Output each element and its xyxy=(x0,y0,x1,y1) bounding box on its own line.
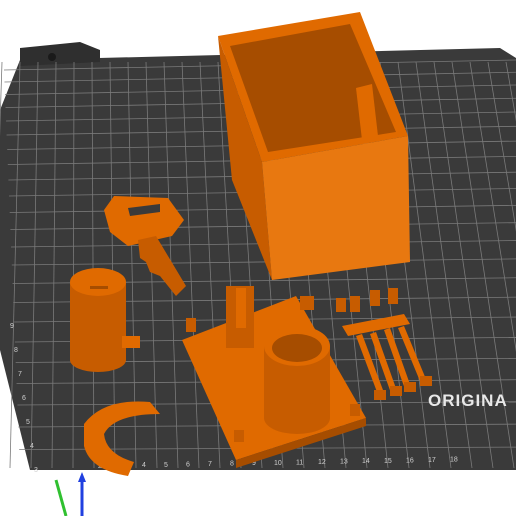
z-axis-arrowhead xyxy=(78,472,86,482)
ruler-tick-label: 8 xyxy=(230,461,234,468)
ruler-tick-label: 12 xyxy=(318,459,326,466)
ruler-tick-label: 15 xyxy=(384,458,392,465)
ruler-tick-label: 3 xyxy=(34,467,38,474)
ruler-tick-label: 6 xyxy=(22,395,26,402)
bed-brand-label: ORIGINA xyxy=(428,391,508,410)
3d-viewport[interactable]: 23456789101112131415161718 9876543 ORIGI… xyxy=(0,0,516,516)
ruler-tick-label: 13 xyxy=(340,459,348,466)
ruler-tick-label: 9 xyxy=(10,323,14,330)
ruler-tick-label: 17 xyxy=(428,457,436,464)
ruler-tick-label: 8 xyxy=(14,347,18,354)
ruler-tick-label: 10 xyxy=(274,460,282,467)
ruler-tick-label: 11 xyxy=(296,459,303,466)
ruler-tick-label: 5 xyxy=(164,462,168,469)
ruler-tick-label: 7 xyxy=(208,461,212,468)
ruler-tick-label: 4 xyxy=(142,462,146,469)
ruler-tick-label: 4 xyxy=(30,443,34,450)
ruler-tick-label: 14 xyxy=(362,458,370,465)
ruler-tick-label: 6 xyxy=(186,461,190,468)
ruler-tick-label: 16 xyxy=(406,457,414,464)
ruler-tick-label: 18 xyxy=(450,457,458,464)
bed-clamp xyxy=(20,42,100,66)
ruler-tick-label: 7 xyxy=(18,371,22,378)
x-axis-indicator xyxy=(54,479,68,516)
bed-screw-hole xyxy=(48,53,56,61)
ruler-tick-label: 5 xyxy=(26,419,30,426)
print-bed-scene[interactable]: 23456789101112131415161718 9876543 ORIGI… xyxy=(0,0,516,516)
